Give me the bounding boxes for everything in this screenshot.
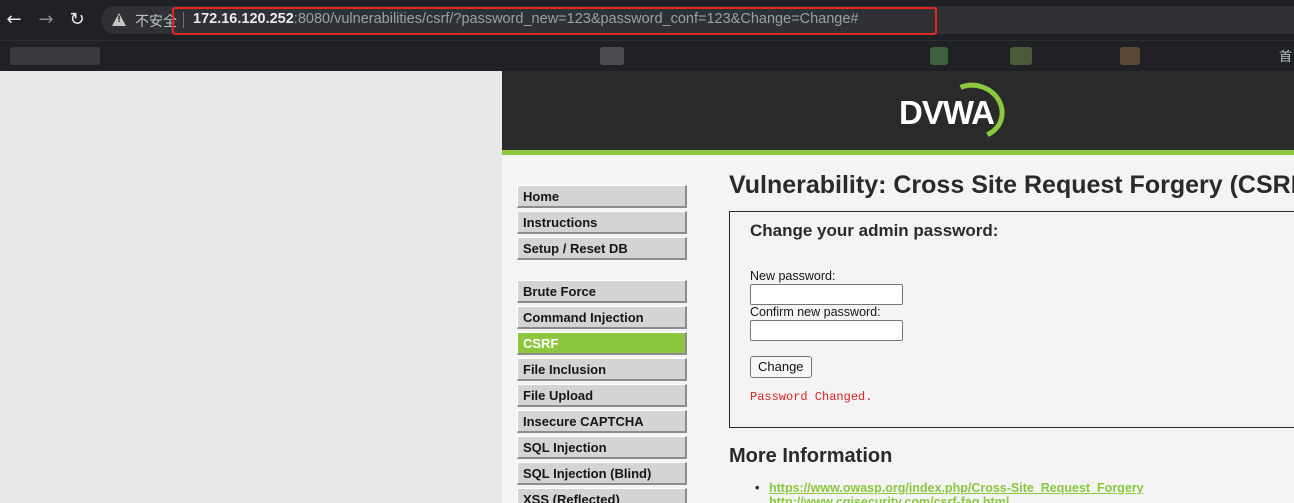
owasp-link[interactable]: • https://www.owasp.org/index.php/Cross-S… bbox=[755, 481, 1144, 495]
bookmark-item[interactable] bbox=[10, 47, 100, 65]
main-content: Vulnerability: Cross Site Request Forger… bbox=[729, 171, 1294, 503]
menu-item-sql-injection[interactable]: SQL Injection bbox=[517, 436, 687, 459]
url-annotation-box bbox=[172, 7, 937, 35]
confirm-password-field[interactable] bbox=[750, 320, 903, 341]
menu-item-sql-injection-blind[interactable]: SQL Injection (Blind) bbox=[517, 462, 687, 485]
confirm-password-label: Confirm new password: bbox=[750, 305, 881, 319]
new-password-field[interactable] bbox=[750, 284, 903, 305]
vulnerable-code-area: Change your admin password: New password… bbox=[729, 211, 1294, 428]
logo-text: DVWA bbox=[899, 94, 995, 131]
menu-item-file-inclusion[interactable]: File Inclusion bbox=[517, 358, 687, 381]
menu-item-insecure-captcha[interactable]: Insecure CAPTCHA bbox=[517, 410, 687, 433]
menu-item-csrf[interactable]: CSRF bbox=[517, 332, 687, 355]
menu-spacer bbox=[517, 263, 688, 280]
bookmark-item[interactable] bbox=[1120, 47, 1140, 65]
menu-item-xss-reflected[interactable]: XSS (Reflected) bbox=[517, 488, 687, 503]
page-title: Vulnerability: Cross Site Request Forger… bbox=[729, 171, 1294, 199]
back-arrow-icon[interactable]: ← bbox=[4, 10, 24, 30]
more-info-heading: More Information bbox=[729, 445, 893, 467]
bookmark-edge-label[interactable]: 首 bbox=[1279, 46, 1292, 65]
side-menu: Home Instructions Setup / Reset DB Brute… bbox=[517, 185, 688, 503]
bookmark-item[interactable] bbox=[930, 47, 948, 65]
owasp-link-text: https://www.owasp.org/index.php/Cross-Si… bbox=[769, 481, 1144, 495]
insecure-label[interactable]: 不安全 bbox=[135, 11, 177, 31]
bullet-icon: • bbox=[755, 481, 760, 495]
reload-icon[interactable]: ↻ bbox=[67, 10, 87, 30]
result-message: Password Changed. bbox=[750, 390, 873, 404]
menu-item-command-injection[interactable]: Command Injection bbox=[517, 306, 687, 329]
more-info-links: • https://www.owasp.org/index.php/Cross-S… bbox=[755, 481, 1144, 503]
page-header: DVWA bbox=[502, 71, 1294, 155]
bookmarks-bar: 首 bbox=[0, 40, 1294, 71]
menu-item-home[interactable]: Home bbox=[517, 185, 687, 208]
browser-toolbar: ← → ↻ 不安全 172.16.120.252:8080/vulnerabil… bbox=[0, 0, 1294, 40]
forward-arrow-icon[interactable]: → bbox=[36, 10, 56, 30]
cgisecurity-link[interactable]: http://www.cgisecurity.com/csrf-faq.html bbox=[769, 495, 1144, 503]
bookmark-item[interactable] bbox=[600, 47, 624, 65]
dvwa-page: DVWA Home Instructions Setup / Reset DB … bbox=[502, 71, 1294, 503]
menu-item-brute-force[interactable]: Brute Force bbox=[517, 280, 687, 303]
menu-item-file-upload[interactable]: File Upload bbox=[517, 384, 687, 407]
cgisecurity-link-text: http://www.cgisecurity.com/csrf-faq.html bbox=[769, 495, 1010, 503]
menu-item-setup[interactable]: Setup / Reset DB bbox=[517, 237, 687, 260]
change-button[interactable]: Change bbox=[750, 356, 812, 378]
menu-item-instructions[interactable]: Instructions bbox=[517, 211, 687, 234]
warning-icon[interactable] bbox=[112, 13, 126, 26]
dvwa-logo: DVWA bbox=[899, 74, 1013, 148]
form-heading: Change your admin password: bbox=[750, 221, 999, 240]
new-password-label: New password: bbox=[750, 269, 836, 283]
bookmark-item[interactable] bbox=[1010, 47, 1032, 65]
